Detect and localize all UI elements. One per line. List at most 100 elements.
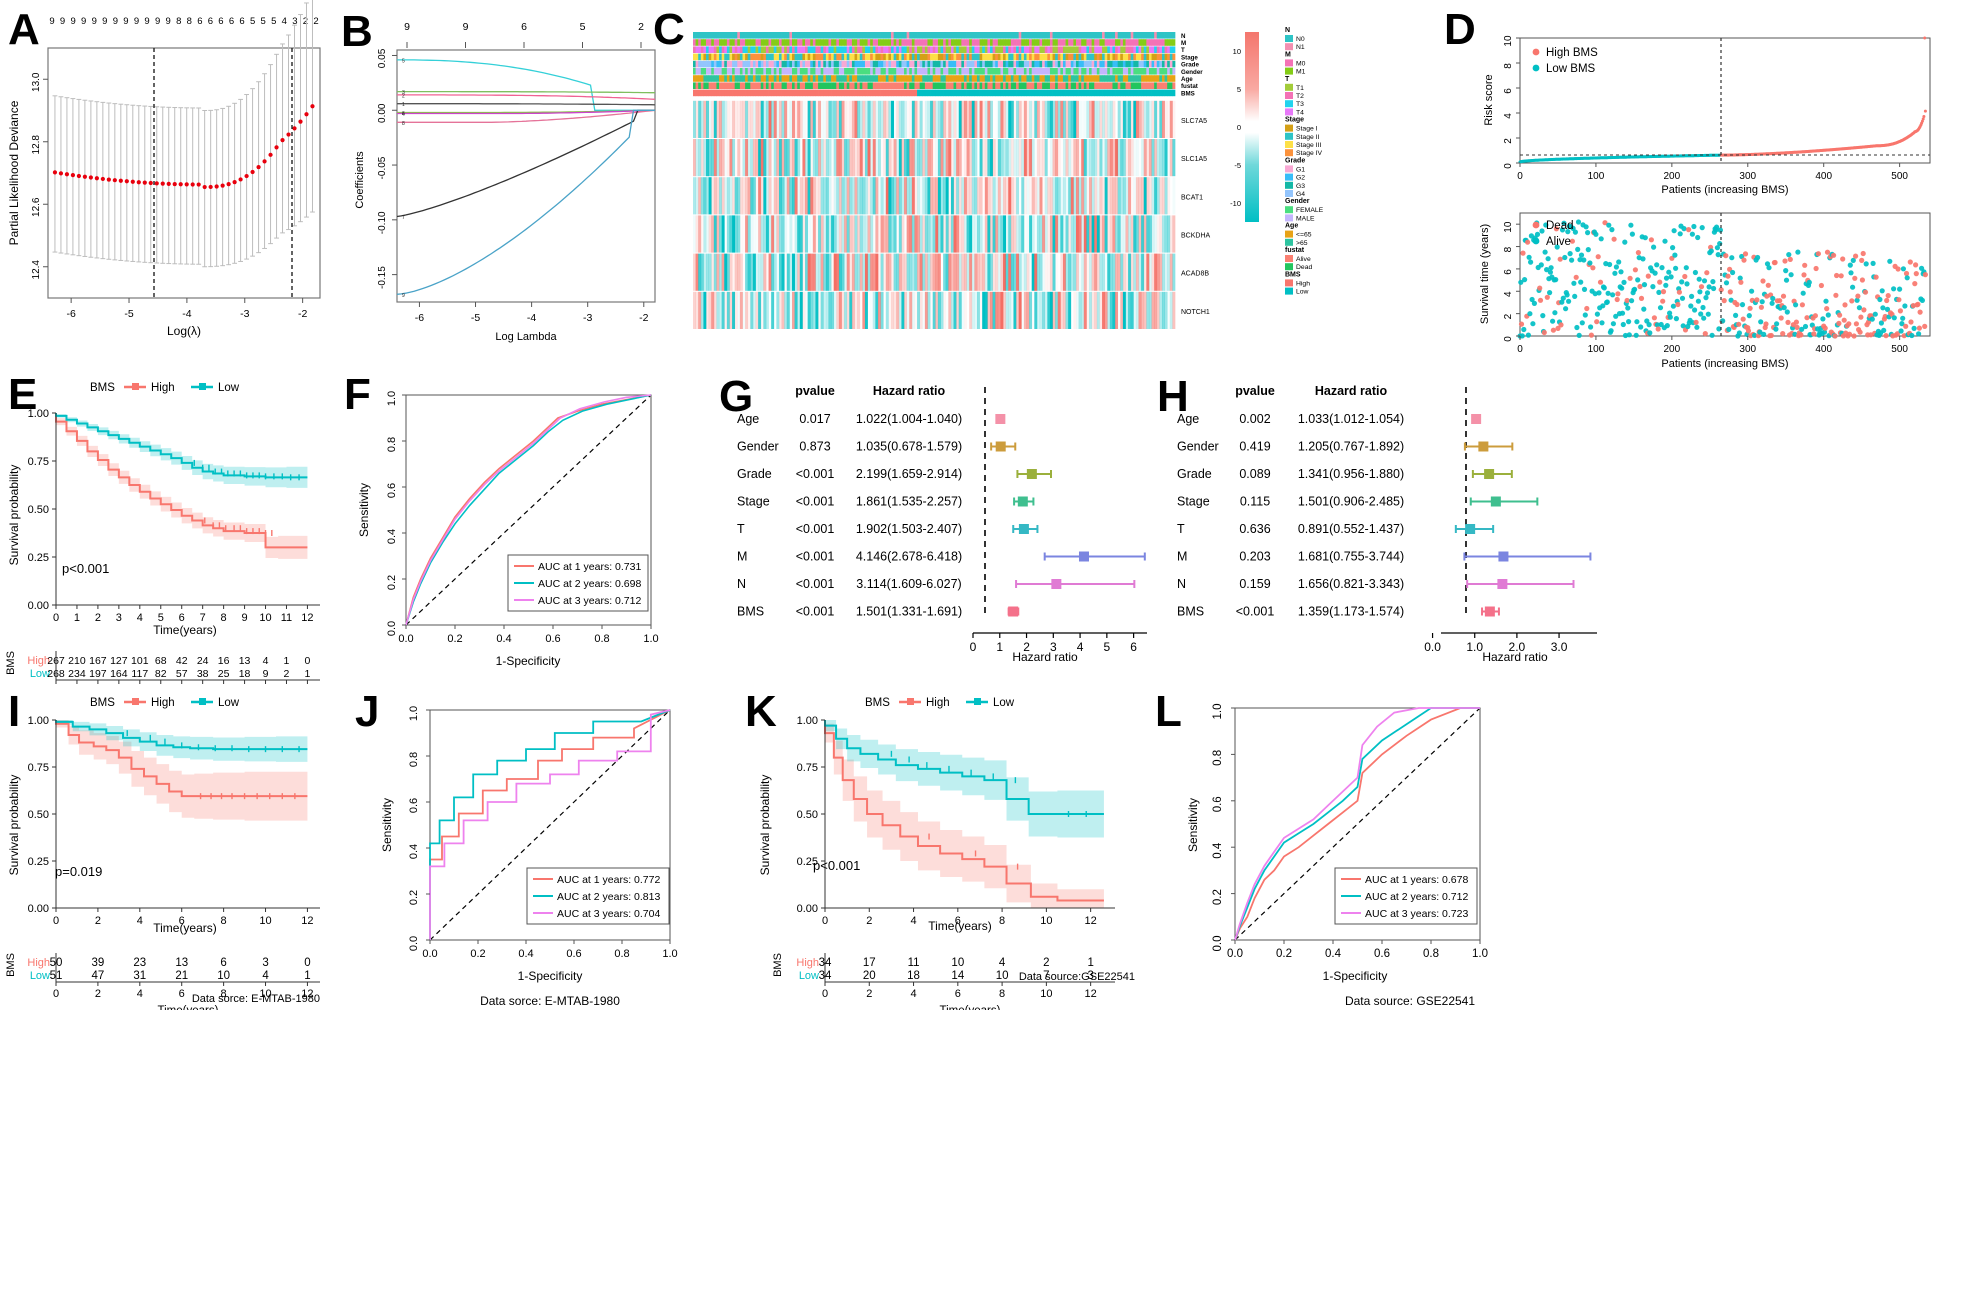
panel-c-annotation-cell	[693, 53, 696, 61]
panel-c-heatmap-cell	[1148, 291, 1152, 329]
panel-d-top-ytick: 6	[1503, 88, 1514, 94]
panel-c-annotation-cell	[974, 68, 978, 75]
panel-c-annotation-cell	[1031, 46, 1035, 53]
panel-c-annotation-cell	[739, 60, 743, 68]
panel-g-row-name: M	[737, 550, 747, 564]
panel-c-annotation-cell	[1091, 82, 1095, 89]
panel-d-top-xlabel: Patients (increasing BMS)	[1661, 184, 1788, 196]
panel-c-heatmap-cell	[771, 253, 775, 291]
panel-c-annotation-cell	[706, 32, 709, 39]
panel-c-annotation-cell	[802, 68, 806, 75]
panel-i-risk-axis-tick: 2	[95, 988, 101, 1000]
panel-c-heatmap-cell	[807, 253, 811, 291]
panel-c-heatmap-cell	[789, 291, 793, 329]
panel-c-annotation-cell	[844, 39, 848, 46]
panel-c-annotation-cell	[713, 53, 717, 61]
panel-c-annotation-label: T	[1181, 47, 1185, 54]
panel-c-annotation-cell	[909, 32, 913, 39]
panel-k-risk-axis-tick: 8	[999, 988, 1005, 1000]
panel-c-heatmap-cell	[1117, 253, 1121, 291]
panel-c-annotation-cell	[893, 46, 897, 53]
panel-c-heatmap-cell	[1096, 139, 1100, 177]
panel-c-annotation-cell	[1075, 32, 1079, 39]
panel-c-heatmap-cell	[1036, 139, 1040, 177]
panel-a-cv-point	[70, 173, 76, 178]
panel-c-annotation-cell	[1018, 39, 1022, 46]
panel-c-heatmap-cell	[867, 100, 871, 138]
panel-c-heatmap-cell	[747, 177, 751, 215]
panel-c-annotation-cell	[1161, 46, 1165, 53]
panel-c-heatmap-cell	[963, 177, 967, 215]
panel-c-heatmap-cell	[982, 291, 986, 329]
panel-c-annotation-cell	[1078, 75, 1082, 82]
panel-c-annotation-cell	[778, 60, 782, 68]
panel-c-heatmap-cell	[732, 177, 736, 215]
panel-c-annotation-cell	[1089, 39, 1092, 46]
panel-c-heatmap-cell	[1107, 139, 1111, 177]
panel-c-annotation-cell	[982, 82, 986, 89]
panel-c-annotation-cell	[891, 39, 894, 46]
panel-c-heatmap-cell	[914, 139, 918, 177]
panel-d-survival-point	[1825, 312, 1831, 318]
panel-c-annotation-cell	[745, 39, 749, 46]
panel-c-annotation-cell	[862, 60, 866, 68]
panel-c-annotation-cell	[1081, 82, 1085, 89]
panel-c-heatmap-cell	[956, 177, 960, 215]
panel-c-annotation-cell	[799, 32, 803, 39]
panel-c-heatmap-cell	[1049, 253, 1053, 291]
panel-c-annotation-cell	[904, 68, 907, 75]
panel-c-heatmap-cell	[1167, 253, 1171, 291]
panel-d-survival-point	[1660, 298, 1666, 304]
panel-c-legend-label: Low	[1296, 289, 1309, 296]
panel-c-annotation-cell	[1086, 75, 1090, 82]
panel-c-heatmap-cell	[1000, 177, 1004, 215]
panel-j-legend-label: AUC at 2 years: 0.813	[557, 891, 660, 903]
panel-g-axis-tick: 0	[970, 640, 977, 654]
panel-c-heatmap-cell	[1130, 139, 1134, 177]
panel-d-survival-point	[1851, 333, 1857, 339]
panel-c-annotation-cell	[935, 53, 939, 61]
panel-c-annotation-cell	[716, 60, 720, 68]
panel-c-annotation-cell	[1135, 89, 1139, 97]
panel-c-annotation-cell	[1062, 46, 1066, 53]
panel-c-annotation-cell	[1034, 68, 1038, 75]
panel-c-annotation-cell	[818, 53, 822, 61]
panel-c-annotation-cell	[927, 32, 931, 39]
panel-c-annotation-cell	[805, 75, 808, 82]
panel-d-survival-point	[1755, 254, 1761, 261]
panel-c-heatmap-cell	[836, 291, 840, 329]
panel-e-risk-value: 24	[197, 655, 209, 667]
panel-c-heatmap-cell	[1138, 100, 1142, 138]
panel-c-annotation-cell	[726, 60, 730, 68]
panel-c-annotation-cell	[950, 46, 954, 53]
panel-c-heatmap-cell	[810, 253, 814, 291]
panel-c-heatmap-cell	[719, 291, 723, 329]
panel-d-survival-point	[1695, 298, 1701, 304]
panel-c-expression-matrix	[693, 100, 1176, 329]
panel-c-annotation-cell	[734, 89, 738, 97]
panel-c-heatmap-cell	[979, 139, 983, 177]
panel-c-annotation-cell	[883, 39, 887, 46]
panel-c-annotation-cell	[820, 75, 824, 82]
panel-c-heatmap-cell	[747, 100, 751, 138]
panel-c-annotation-cell	[768, 68, 772, 75]
panel-d-survival-point	[1760, 278, 1766, 284]
panel-c-heatmap-cell	[992, 253, 996, 291]
panel-c-heatmap-cell	[857, 139, 861, 177]
panel-c-annotation-cell	[776, 60, 780, 68]
panel-c-annotation-cell	[1013, 60, 1017, 68]
panel-c-annotation-cell	[1021, 68, 1025, 75]
panel-c-annotation-cell	[851, 89, 855, 97]
panel-c-heatmap-cell	[742, 215, 746, 253]
panel-c-annotation-cell	[914, 32, 918, 39]
panel-c-annotation-cell	[1099, 89, 1103, 97]
panel-c-heatmap-cell	[771, 177, 775, 215]
panel-a-cv-point	[82, 174, 87, 179]
panel-c-annotation-cell	[880, 82, 884, 89]
panel-c-annotation-cell	[1172, 46, 1176, 53]
panel-b-x-axis: -6 -5 -4 -3 -2	[415, 302, 649, 324]
panel-c-annotation-cell	[1023, 75, 1027, 82]
panel-c-heatmap-cell	[844, 215, 848, 253]
panel-c-heatmap-cell	[833, 139, 837, 177]
panel-c-annotation-cell	[875, 53, 879, 61]
